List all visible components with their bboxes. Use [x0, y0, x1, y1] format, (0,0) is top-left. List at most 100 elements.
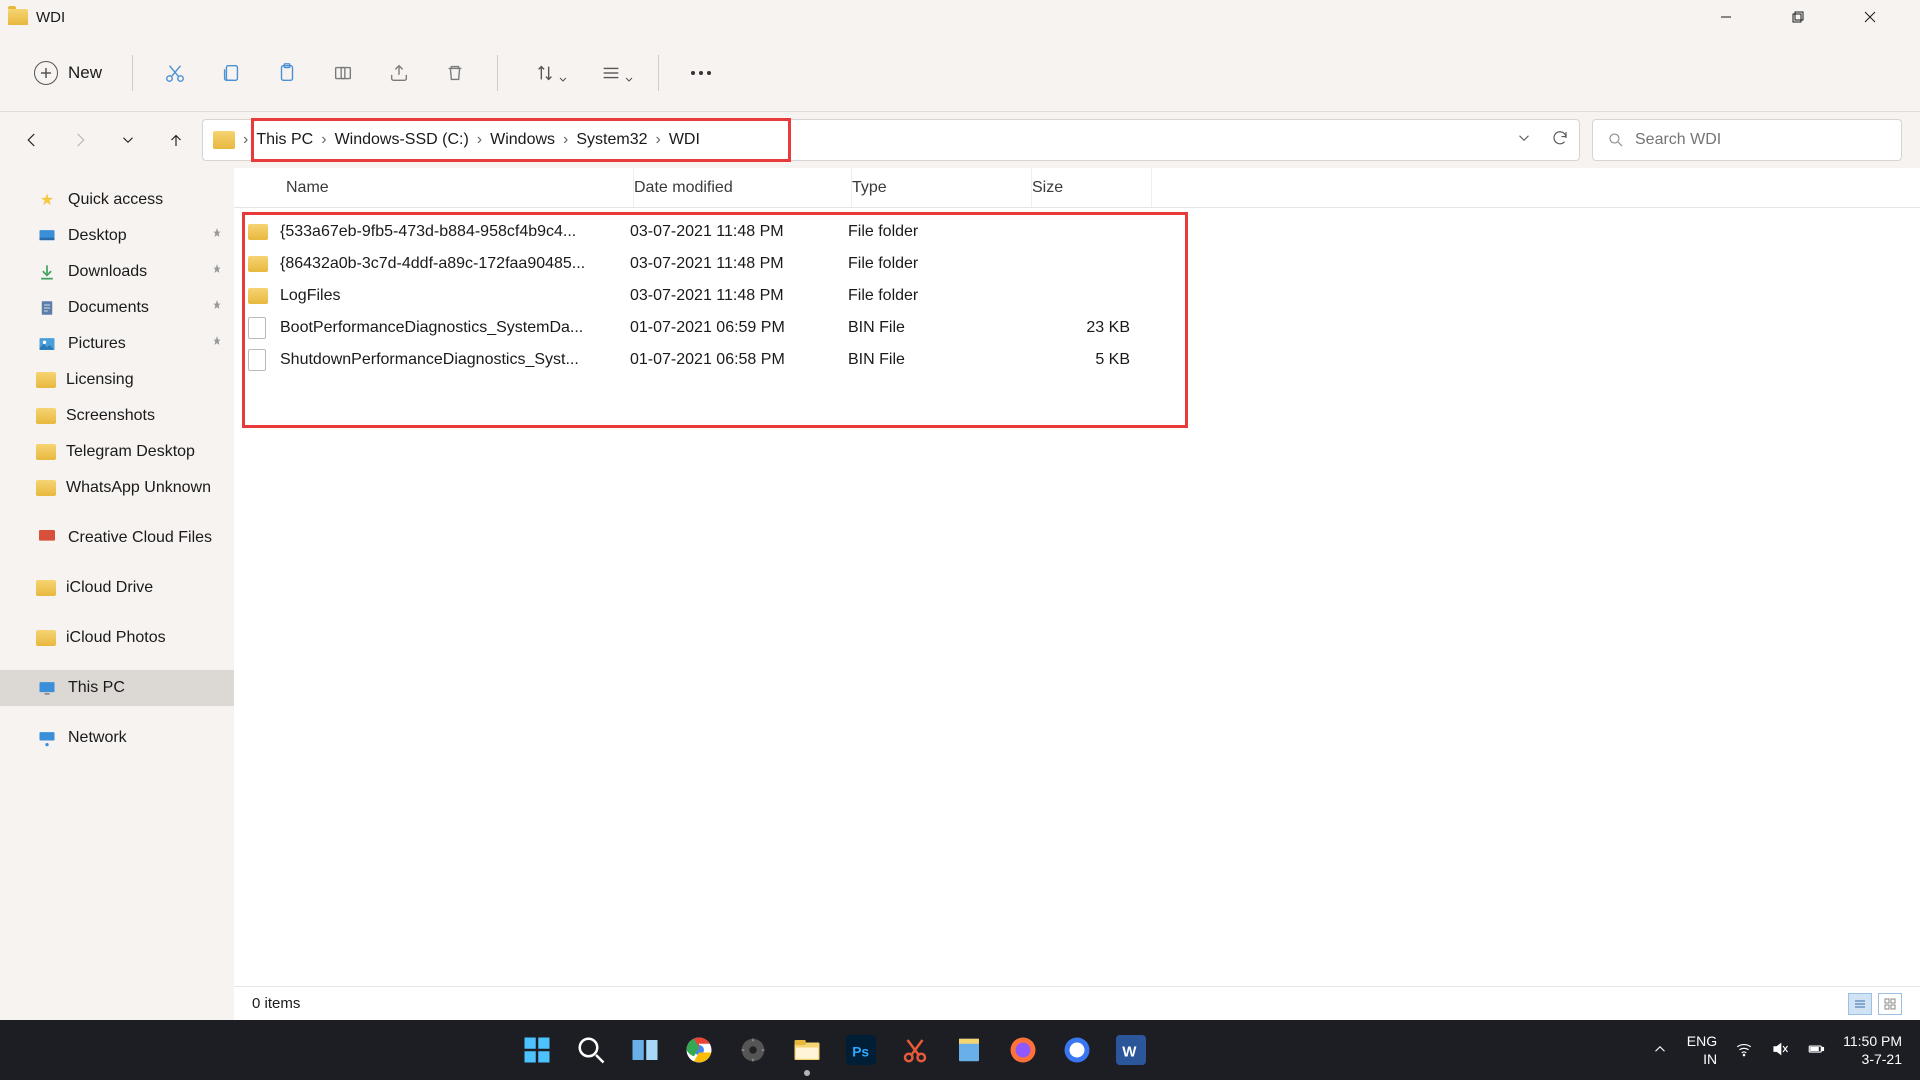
chevron-down-icon: [624, 75, 634, 85]
maximize-button[interactable]: [1776, 2, 1820, 32]
divider: [132, 55, 133, 91]
share-icon[interactable]: [377, 51, 421, 95]
sidebar-item-icloud[interactable]: iCloud Drive: [0, 570, 234, 606]
close-button[interactable]: [1848, 2, 1892, 32]
column-type[interactable]: Type: [852, 168, 1032, 207]
explorer-icon[interactable]: [787, 1030, 827, 1070]
notepad-icon[interactable]: [949, 1030, 989, 1070]
sidebar-item-desktop[interactable]: Desktop: [0, 218, 234, 254]
search-input[interactable]: [1635, 131, 1887, 149]
file-row[interactable]: {86432a0b-3c7d-4ddf-a89c-172faa90485...0…: [234, 248, 1920, 280]
folder-icon: [248, 256, 268, 272]
file-name: ShutdownPerformanceDiagnostics_Syst...: [272, 351, 630, 369]
taskbar-center: Ps W: [18, 1030, 1651, 1070]
file-icon: [248, 349, 266, 371]
search-button[interactable]: [571, 1030, 611, 1070]
cut-icon[interactable]: [153, 51, 197, 95]
column-size[interactable]: Size: [1032, 168, 1152, 207]
view-button[interactable]: [584, 51, 638, 95]
sidebar-label: Creative Cloud Files: [68, 529, 212, 547]
breadcrumb-item[interactable]: Windows-SSD (C:): [335, 131, 469, 149]
sidebar-item-documents[interactable]: Documents: [0, 290, 234, 326]
minimize-button[interactable]: [1704, 2, 1748, 32]
sidebar-item-icloud-photos[interactable]: iCloud Photos: [0, 620, 234, 656]
sidebar-item-folder[interactable]: Screenshots: [0, 398, 234, 434]
breadcrumb-item[interactable]: Windows: [490, 131, 555, 149]
recent-button[interactable]: [114, 126, 142, 154]
sidebar-item-folder[interactable]: Telegram Desktop: [0, 434, 234, 470]
svg-text:W: W: [1123, 1043, 1138, 1060]
document-icon: [36, 297, 58, 319]
settings-icon[interactable]: [733, 1030, 773, 1070]
wifi-icon[interactable]: [1735, 1040, 1753, 1061]
folder-icon: [36, 480, 56, 496]
start-button[interactable]: [517, 1030, 557, 1070]
pin-icon: [210, 299, 224, 318]
language-indicator[interactable]: ENGIN: [1687, 1032, 1717, 1068]
word-icon[interactable]: W: [1111, 1030, 1151, 1070]
folder-icon: [36, 372, 56, 388]
chevron-right-icon: ›: [243, 131, 248, 149]
sidebar-item-pictures[interactable]: Pictures: [0, 326, 234, 362]
file-type: File folder: [848, 255, 1028, 273]
dropdown-button[interactable]: [1515, 129, 1533, 152]
file-date: 01-07-2021 06:59 PM: [630, 319, 848, 337]
back-button[interactable]: [18, 126, 46, 154]
sidebar-item-folder[interactable]: Licensing: [0, 362, 234, 398]
details-view-button[interactable]: [1848, 993, 1872, 1015]
file-type: BIN File: [848, 319, 1028, 337]
up-button[interactable]: [162, 126, 190, 154]
signal-icon[interactable]: [1057, 1030, 1097, 1070]
sidebar-item-downloads[interactable]: Downloads: [0, 254, 234, 290]
network-icon: [36, 727, 58, 749]
copy-icon[interactable]: [209, 51, 253, 95]
search-box[interactable]: [1592, 119, 1902, 161]
file-row[interactable]: BootPerformanceDiagnostics_SystemDa...01…: [234, 312, 1920, 344]
firefox-icon[interactable]: [1003, 1030, 1043, 1070]
more-button[interactable]: [679, 51, 723, 95]
taskview-button[interactable]: [625, 1030, 665, 1070]
sidebar-item-thispc[interactable]: This PC: [0, 670, 234, 706]
paste-icon[interactable]: [265, 51, 309, 95]
column-name[interactable]: Name ⌃: [248, 168, 634, 207]
addressbar-right: [1515, 129, 1569, 152]
file-name: BootPerformanceDiagnostics_SystemDa...: [272, 319, 630, 337]
thumbnails-view-button[interactable]: [1878, 993, 1902, 1015]
battery-icon[interactable]: [1807, 1040, 1825, 1061]
sidebar-quick-access[interactable]: ★ Quick access: [0, 182, 234, 218]
column-date[interactable]: Date modified: [634, 168, 852, 207]
file-row[interactable]: {533a67eb-9fb5-473d-b884-958cf4b9c4...03…: [234, 216, 1920, 248]
sidebar-label: Pictures: [68, 335, 126, 353]
file-row[interactable]: LogFiles03-07-2021 11:48 PMFile folder: [234, 280, 1920, 312]
clock[interactable]: 11:50 PM3-7-21: [1843, 1032, 1902, 1068]
statusbar: 0 items: [234, 986, 1920, 1020]
new-button[interactable]: New: [24, 55, 112, 91]
delete-icon[interactable]: [433, 51, 477, 95]
sort-button[interactable]: [518, 51, 572, 95]
file-row[interactable]: ShutdownPerformanceDiagnostics_Syst...01…: [234, 344, 1920, 376]
desktop-icon: [36, 225, 58, 247]
chevron-right-icon: ›: [656, 131, 661, 149]
file-name: {86432a0b-3c7d-4ddf-a89c-172faa90485...: [272, 255, 630, 273]
file-date: 03-07-2021 11:48 PM: [630, 255, 848, 273]
file-date: 03-07-2021 11:48 PM: [630, 223, 848, 241]
breadcrumb-item[interactable]: This PC: [256, 131, 313, 149]
photoshop-icon[interactable]: Ps: [841, 1030, 881, 1070]
file-date: 03-07-2021 11:48 PM: [630, 287, 848, 305]
forward-button[interactable]: [66, 126, 94, 154]
cc-icon: [36, 527, 58, 549]
sidebar-item-folder[interactable]: WhatsApp Unknown: [0, 470, 234, 506]
breadcrumb-item[interactable]: System32: [576, 131, 647, 149]
tray-expand-button[interactable]: [1651, 1040, 1669, 1061]
rename-icon[interactable]: [321, 51, 365, 95]
sidebar-item-network[interactable]: Network: [0, 720, 234, 756]
sidebar-item-cc[interactable]: Creative Cloud Files: [0, 520, 234, 556]
volume-icon[interactable]: [1771, 1040, 1789, 1061]
addressbar[interactable]: › This PC › Windows-SSD (C:) › Windows ›…: [202, 119, 1580, 161]
nav-arrows: [18, 126, 190, 154]
chrome-icon[interactable]: [679, 1030, 719, 1070]
refresh-button[interactable]: [1551, 129, 1569, 152]
sidebar-label: WhatsApp Unknown: [66, 479, 211, 497]
snip-icon[interactable]: [895, 1030, 935, 1070]
breadcrumb-item[interactable]: WDI: [669, 131, 700, 149]
